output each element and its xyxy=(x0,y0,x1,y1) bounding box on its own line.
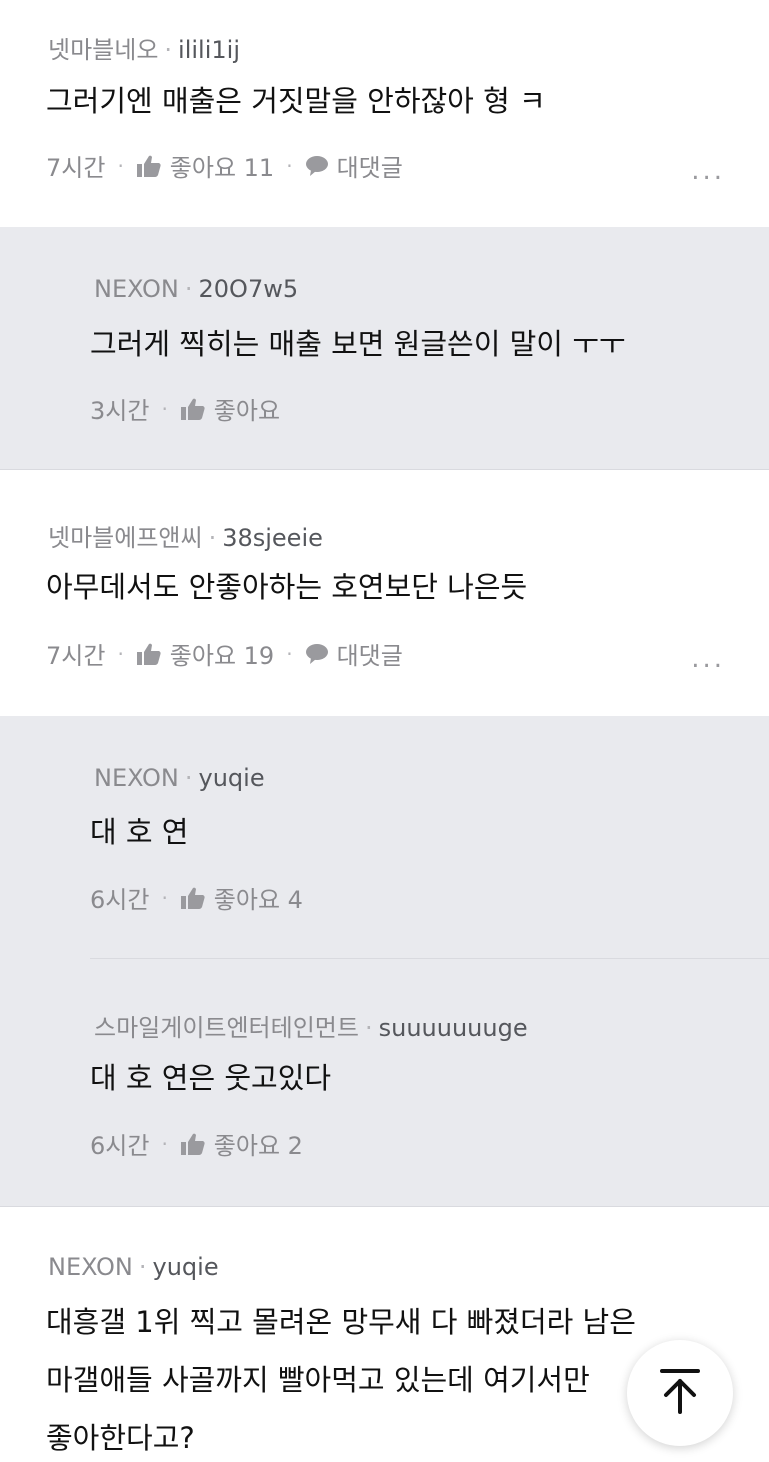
comment-actions: 7시간 · 좋아요 11 · 대댓글 xyxy=(46,148,403,183)
separator: · xyxy=(161,885,168,910)
like-button[interactable]: 좋아요 19 xyxy=(136,636,274,671)
thumbs-up-icon xyxy=(180,397,206,421)
nickname: ilili1ij xyxy=(178,36,240,64)
separator: · xyxy=(184,764,193,792)
like-count: 좋아요 xyxy=(213,397,281,425)
like-count: 좋아요 4 xyxy=(213,886,303,914)
comment-time: 6시간 xyxy=(90,886,150,914)
comment-text: 그러게 찍히는 매출 보면 원글쓴이 말이 ㅜㅜ xyxy=(90,327,626,361)
comment-text-line: 마갤애들 사골까지 빨아먹고 있는데 여기서만 xyxy=(46,1363,590,1397)
comment-actions: 6시간 · 좋아요 2 xyxy=(90,1126,303,1161)
company-name: NEXON xyxy=(94,764,179,792)
like-count: 좋아요 11 xyxy=(169,154,275,182)
comment-author[interactable]: NEXON · yuqie xyxy=(94,764,265,792)
nickname: 20O7w5 xyxy=(198,275,299,303)
divider xyxy=(90,958,769,959)
comment-author[interactable]: NEXON · 20O7w5 xyxy=(94,275,298,303)
like-count: 좋아요 2 xyxy=(213,1132,303,1160)
comment-time: 6시간 xyxy=(90,1132,150,1160)
separator: · xyxy=(364,1014,373,1042)
thumbs-up-icon xyxy=(136,642,162,666)
comment-actions: 3시간 · 좋아요 xyxy=(90,391,280,426)
reply-button[interactable]: 대댓글 xyxy=(305,636,403,671)
comment-text-line: 좋아한다고? xyxy=(46,1421,195,1455)
separator: · xyxy=(164,36,173,64)
nickname: yuqie xyxy=(152,1253,219,1281)
comment-time: 3시간 xyxy=(90,397,150,425)
separator: · xyxy=(161,1131,168,1156)
nickname: yuqie xyxy=(198,764,265,792)
comment-text-line: 대흥갤 1위 찍고 몰려온 망무새 다 빠졌더라 남은 xyxy=(46,1305,636,1339)
comment-actions: 7시간 · 좋아요 19 · 대댓글 xyxy=(46,636,403,671)
thumbs-up-icon xyxy=(180,1132,206,1156)
like-button[interactable]: 좋아요 xyxy=(180,391,280,426)
separator: · xyxy=(184,275,193,303)
separator: · xyxy=(286,153,293,178)
separator: · xyxy=(117,641,124,666)
nickname: suuuuuuuge xyxy=(378,1014,528,1042)
comment-author[interactable]: 넷마블네오 · ilili1ij xyxy=(48,30,240,65)
thumbs-up-icon xyxy=(136,154,162,178)
reply-comment: NEXON · 20O7w5 그러게 찍히는 매출 보면 원글쓴이 말이 ㅜㅜ 3시… xyxy=(0,227,769,469)
comment-time: 7시간 xyxy=(46,154,106,182)
company-name: NEXON xyxy=(48,1253,133,1281)
like-button[interactable]: 좋아요 4 xyxy=(180,880,303,915)
comment-text: 대 호 연은 웃고있다 xyxy=(90,1061,332,1095)
like-count: 좋아요 19 xyxy=(169,642,275,670)
comment-author[interactable]: NEXON · yuqie xyxy=(48,1253,219,1281)
like-button[interactable]: 좋아요 11 xyxy=(136,148,274,183)
reply-comment: NEXON · yuqie 대 호 연 6시간 · 좋아요 4 스마일게이트엔터테인… xyxy=(0,716,769,1206)
more-dots-icon[interactable]: ... xyxy=(691,156,725,186)
comment-text: 대 호 연 xyxy=(90,815,189,849)
comment: 넷마블네오 · ilili1ij 그러기엔 매출은 거짓말을 안하잖아 형 ㅋ 7시… xyxy=(0,0,769,227)
separator: · xyxy=(138,1253,147,1281)
nickname: 38sjeeie xyxy=(222,524,323,552)
arrow-up-icon xyxy=(658,1367,702,1419)
separator: · xyxy=(208,524,217,552)
comment-time: 7시간 xyxy=(46,642,106,670)
comment-actions: 6시간 · 좋아요 4 xyxy=(90,880,303,915)
speech-bubble-icon xyxy=(305,643,329,665)
separator: · xyxy=(161,396,168,421)
like-button[interactable]: 좋아요 2 xyxy=(180,1126,303,1161)
comment-text: 아무데서도 안좋아하는 호연보단 나은듯 xyxy=(46,570,528,604)
separator: · xyxy=(286,641,293,666)
scroll-top-button[interactable] xyxy=(627,1340,733,1446)
comment-author[interactable]: 넷마블에프앤씨 · 38sjeeie xyxy=(48,518,323,553)
company-name: 넷마블네오 xyxy=(48,36,159,64)
comment-author[interactable]: 스마일게이트엔터테인먼트 · suuuuuuuge xyxy=(94,1008,528,1043)
reply-label: 대댓글 xyxy=(336,642,403,670)
reply-label: 대댓글 xyxy=(336,154,403,182)
reply-button[interactable]: 대댓글 xyxy=(305,148,403,183)
more-dots-icon[interactable]: ... xyxy=(691,644,725,674)
company-name: 넷마블에프앤씨 xyxy=(48,524,203,552)
company-name: 스마일게이트엔터테인먼트 xyxy=(94,1014,359,1042)
comment-text: 그러기엔 매출은 거짓말을 안하잖아 형 ㅋ xyxy=(46,84,546,118)
company-name: NEXON xyxy=(94,275,179,303)
thumbs-up-icon xyxy=(180,886,206,910)
separator: · xyxy=(117,153,124,178)
speech-bubble-icon xyxy=(305,155,329,177)
comment: 넷마블에프앤씨 · 38sjeeie 아무데서도 안좋아하는 호연보단 나은듯 7시… xyxy=(0,470,769,716)
